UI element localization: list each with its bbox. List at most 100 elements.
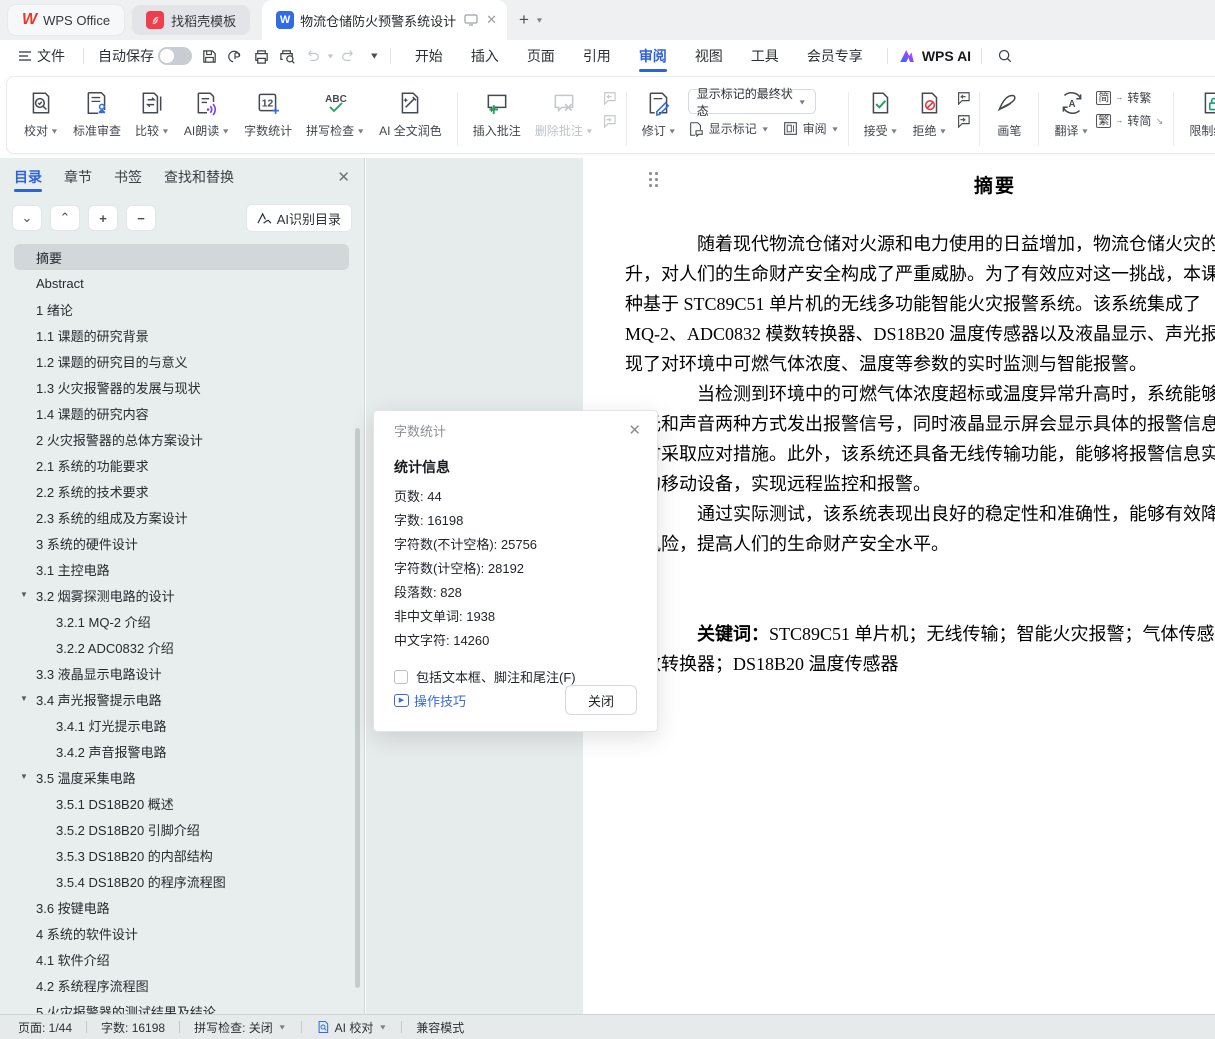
close-tab-icon[interactable]: ✕ xyxy=(486,12,497,28)
toc-item-1[interactable]: Abstract xyxy=(14,270,349,296)
tab-document-active[interactable]: W 物流仓储防火预警系统设计 ✕ xyxy=(262,0,507,40)
quick-access-caret-icon[interactable]: ▼ xyxy=(369,51,380,61)
word-count-indicator[interactable]: 字数: 16198 xyxy=(101,1019,165,1036)
menu-tab-6[interactable]: 工具 xyxy=(737,40,793,72)
file-menu[interactable]: 文件 xyxy=(10,46,73,66)
toc-item-2[interactable]: 1 绪论 xyxy=(14,296,349,322)
toc-item-16[interactable]: 3.3 液晶显示电路设计 xyxy=(14,660,349,686)
save-button[interactable] xyxy=(196,44,222,68)
previous-comment-icon[interactable] xyxy=(601,89,618,106)
toc-item-17[interactable]: ▼3.4 声光报警提示电路 xyxy=(14,686,349,712)
paragraph-drag-handle-icon[interactable] xyxy=(649,172,659,188)
toc-collapse-icon[interactable]: ▼ xyxy=(20,772,28,781)
spell-check-status[interactable]: 拼写检查: 关闭▼ xyxy=(194,1019,287,1036)
accept-change-button[interactable]: 接受▼ xyxy=(857,85,906,143)
toc-item-7[interactable]: 2 火灾报警器的总体方案设计 xyxy=(14,426,349,452)
toc-item-4[interactable]: 1.2 课题的研究目的与意义 xyxy=(14,348,349,374)
show-markup-button[interactable]: 显示标记▼ xyxy=(688,120,770,137)
collapse-all-button[interactable]: ⌄ xyxy=(12,205,42,231)
next-comment-icon[interactable] xyxy=(601,112,618,129)
toc-item-20[interactable]: ▼3.5 温度采集电路 xyxy=(14,764,349,790)
previous-change-icon[interactable] xyxy=(954,89,971,106)
toc-item-25[interactable]: 3.6 按键电路 xyxy=(14,894,349,920)
ai-recognize-toc-button[interactable]: AI识别目录 xyxy=(246,204,352,232)
toc-item-13[interactable]: ▼3.2 烟雾探测电路的设计 xyxy=(14,582,349,608)
sidebar-tab-2[interactable]: 书签 xyxy=(114,158,142,196)
menu-tab-3[interactable]: 引用 xyxy=(569,40,625,72)
toc-item-19[interactable]: 3.4.2 声音报警电路 xyxy=(14,738,349,764)
next-change-icon[interactable] xyxy=(954,112,971,129)
new-tab-button[interactable]: + xyxy=(519,10,529,30)
zoom-out-toc-button[interactable]: − xyxy=(126,205,156,231)
page-indicator[interactable]: 页面: 1/44 xyxy=(18,1019,72,1036)
compare-button[interactable]: 比较▼ xyxy=(128,85,177,143)
menu-tab-1[interactable]: 插入 xyxy=(457,40,513,72)
word-count-button[interactable]: 12 字数统计 xyxy=(237,85,299,143)
zoom-in-toc-button[interactable]: + xyxy=(88,205,118,231)
ai-proofread-status[interactable]: AI 校对▼ xyxy=(316,1019,388,1036)
menu-tab-5[interactable]: 视图 xyxy=(681,40,737,72)
toc-item-14[interactable]: 3.2.1 MQ-2 介绍 xyxy=(14,608,349,634)
delete-comment-button[interactable]: 删除批注▼ xyxy=(528,85,601,143)
undo-caret-icon[interactable]: ▼ xyxy=(326,52,335,60)
translate-button[interactable]: A 翻译▼ xyxy=(1047,85,1096,143)
undo-button[interactable] xyxy=(300,44,326,68)
track-changes-button[interactable]: 修订▼ xyxy=(635,85,684,143)
sidebar-close-icon[interactable]: ✕ xyxy=(337,168,350,186)
insert-comment-button[interactable]: 插入批注 xyxy=(466,85,528,143)
menu-tab-0[interactable]: 开始 xyxy=(401,40,457,72)
spell-check-button[interactable]: ABC 拼写检查▼ xyxy=(299,85,372,143)
tab-wps-home[interactable]: W WPS Office xyxy=(8,5,124,35)
toc-item-11[interactable]: 3 系统的硬件设计 xyxy=(14,530,349,556)
expand-all-button[interactable]: ⌃ xyxy=(50,205,80,231)
compat-mode-indicator[interactable]: 兼容模式 xyxy=(416,1019,464,1036)
toc-item-24[interactable]: 3.5.4 DS18B20 的程序流程图 xyxy=(14,868,349,894)
export-pdf-button[interactable] xyxy=(222,44,248,68)
document-text-line[interactable]: 关键词：STC89C51 单片机；无线传输；智能火灾报警；气体传感器 MQ- xyxy=(625,619,1215,649)
toc-item-5[interactable]: 1.3 火灾报警器的发展与现状 xyxy=(14,374,349,400)
wps-ai-button[interactable]: WPS AI xyxy=(898,47,971,65)
screen-share-icon[interactable] xyxy=(464,14,478,26)
toc-collapse-icon[interactable]: ▼ xyxy=(20,694,28,703)
autosave-toggle[interactable] xyxy=(158,47,192,65)
toc-item-8[interactable]: 2.1 系统的功能要求 xyxy=(14,452,349,478)
document-text-line[interactable]: 的风险，提高人们的生命财产安全水平。 xyxy=(625,529,1215,559)
restrict-edit-button[interactable]: 限制编辑 xyxy=(1182,85,1215,143)
tab-list-caret-icon[interactable]: ▼ xyxy=(535,16,544,24)
redo-button[interactable] xyxy=(335,44,361,68)
document-page[interactable]: 摘要 随着现代物流仓储对火源和电力使用的日益增加，物流仓储火灾的风升，对人们的生… xyxy=(583,158,1215,1014)
toc-item-0[interactable]: 摘要 xyxy=(14,244,349,270)
print-preview-button[interactable] xyxy=(274,44,300,68)
document-blank-line[interactable] xyxy=(625,589,1215,619)
sidebar-tab-0[interactable]: 目录 xyxy=(14,158,42,196)
toc-item-23[interactable]: 3.5.3 DS18B20 的内部结构 xyxy=(14,842,349,868)
toc-item-9[interactable]: 2.2 系统的技术要求 xyxy=(14,478,349,504)
document-text-line[interactable]: 灯光和声音两种方式发出报警信号，同时液晶显示屏会显示具体的报警信息 xyxy=(625,409,1215,439)
toc-item-29[interactable]: 5 火灾报警器的测试结果及结论 xyxy=(14,998,349,1014)
document-text-line[interactable]: 种基于 STC89C51 单片机的无线多功能智能火灾报警系统。该系统集成了 xyxy=(625,289,1215,319)
toc-item-6[interactable]: 1.4 课题的研究内容 xyxy=(14,400,349,426)
review-pane-button[interactable]: 审阅▼ xyxy=(782,120,840,137)
toc-item-28[interactable]: 4.2 系统程序流程图 xyxy=(14,972,349,998)
toc-collapse-icon[interactable]: ▼ xyxy=(20,590,28,599)
reject-change-button[interactable]: 拒绝▼ xyxy=(906,85,955,143)
to-traditional-button[interactable]: 简→ 转繁 xyxy=(1096,89,1151,106)
to-simplified-button[interactable]: 繁→ 转简 xyxy=(1096,112,1151,129)
close-dialog-button[interactable]: 关闭 xyxy=(565,685,637,715)
search-icon[interactable] xyxy=(992,44,1018,68)
document-text-line[interactable]: 当检测到环境中的可燃气体浓度超标或温度异常升高时，系统能够迅速 xyxy=(625,379,1215,409)
markup-state-select[interactable]: 显示标记的最终状态▼ xyxy=(688,89,816,114)
toc-item-21[interactable]: 3.5.1 DS18B20 概述 xyxy=(14,790,349,816)
toc-item-12[interactable]: 3.1 主控电路 xyxy=(14,556,349,582)
sidebar-tab-3[interactable]: 查找和替换 xyxy=(164,158,234,196)
toc-item-27[interactable]: 4.1 软件介绍 xyxy=(14,946,349,972)
menu-tab-2[interactable]: 页面 xyxy=(513,40,569,72)
document-text-line[interactable]: 及时采取应对措施。此外，该系统还具备无线传输功能，能够将报警信息实 xyxy=(625,439,1215,469)
tab-docer-templates[interactable]: 找稻壳模板 xyxy=(132,5,250,35)
document-text-line[interactable]: 模数转换器；DS18B20 温度传感器 xyxy=(625,649,1215,679)
document-text-line[interactable]: 现了对环境中可燃气体浓度、温度等参数的实时监测与智能报警。 xyxy=(625,349,1215,379)
document-heading[interactable]: 摘要 xyxy=(583,158,1215,198)
print-button[interactable] xyxy=(248,44,274,68)
document-blank-line[interactable] xyxy=(625,559,1215,589)
menu-tab-7[interactable]: 会员专享 xyxy=(793,40,877,72)
